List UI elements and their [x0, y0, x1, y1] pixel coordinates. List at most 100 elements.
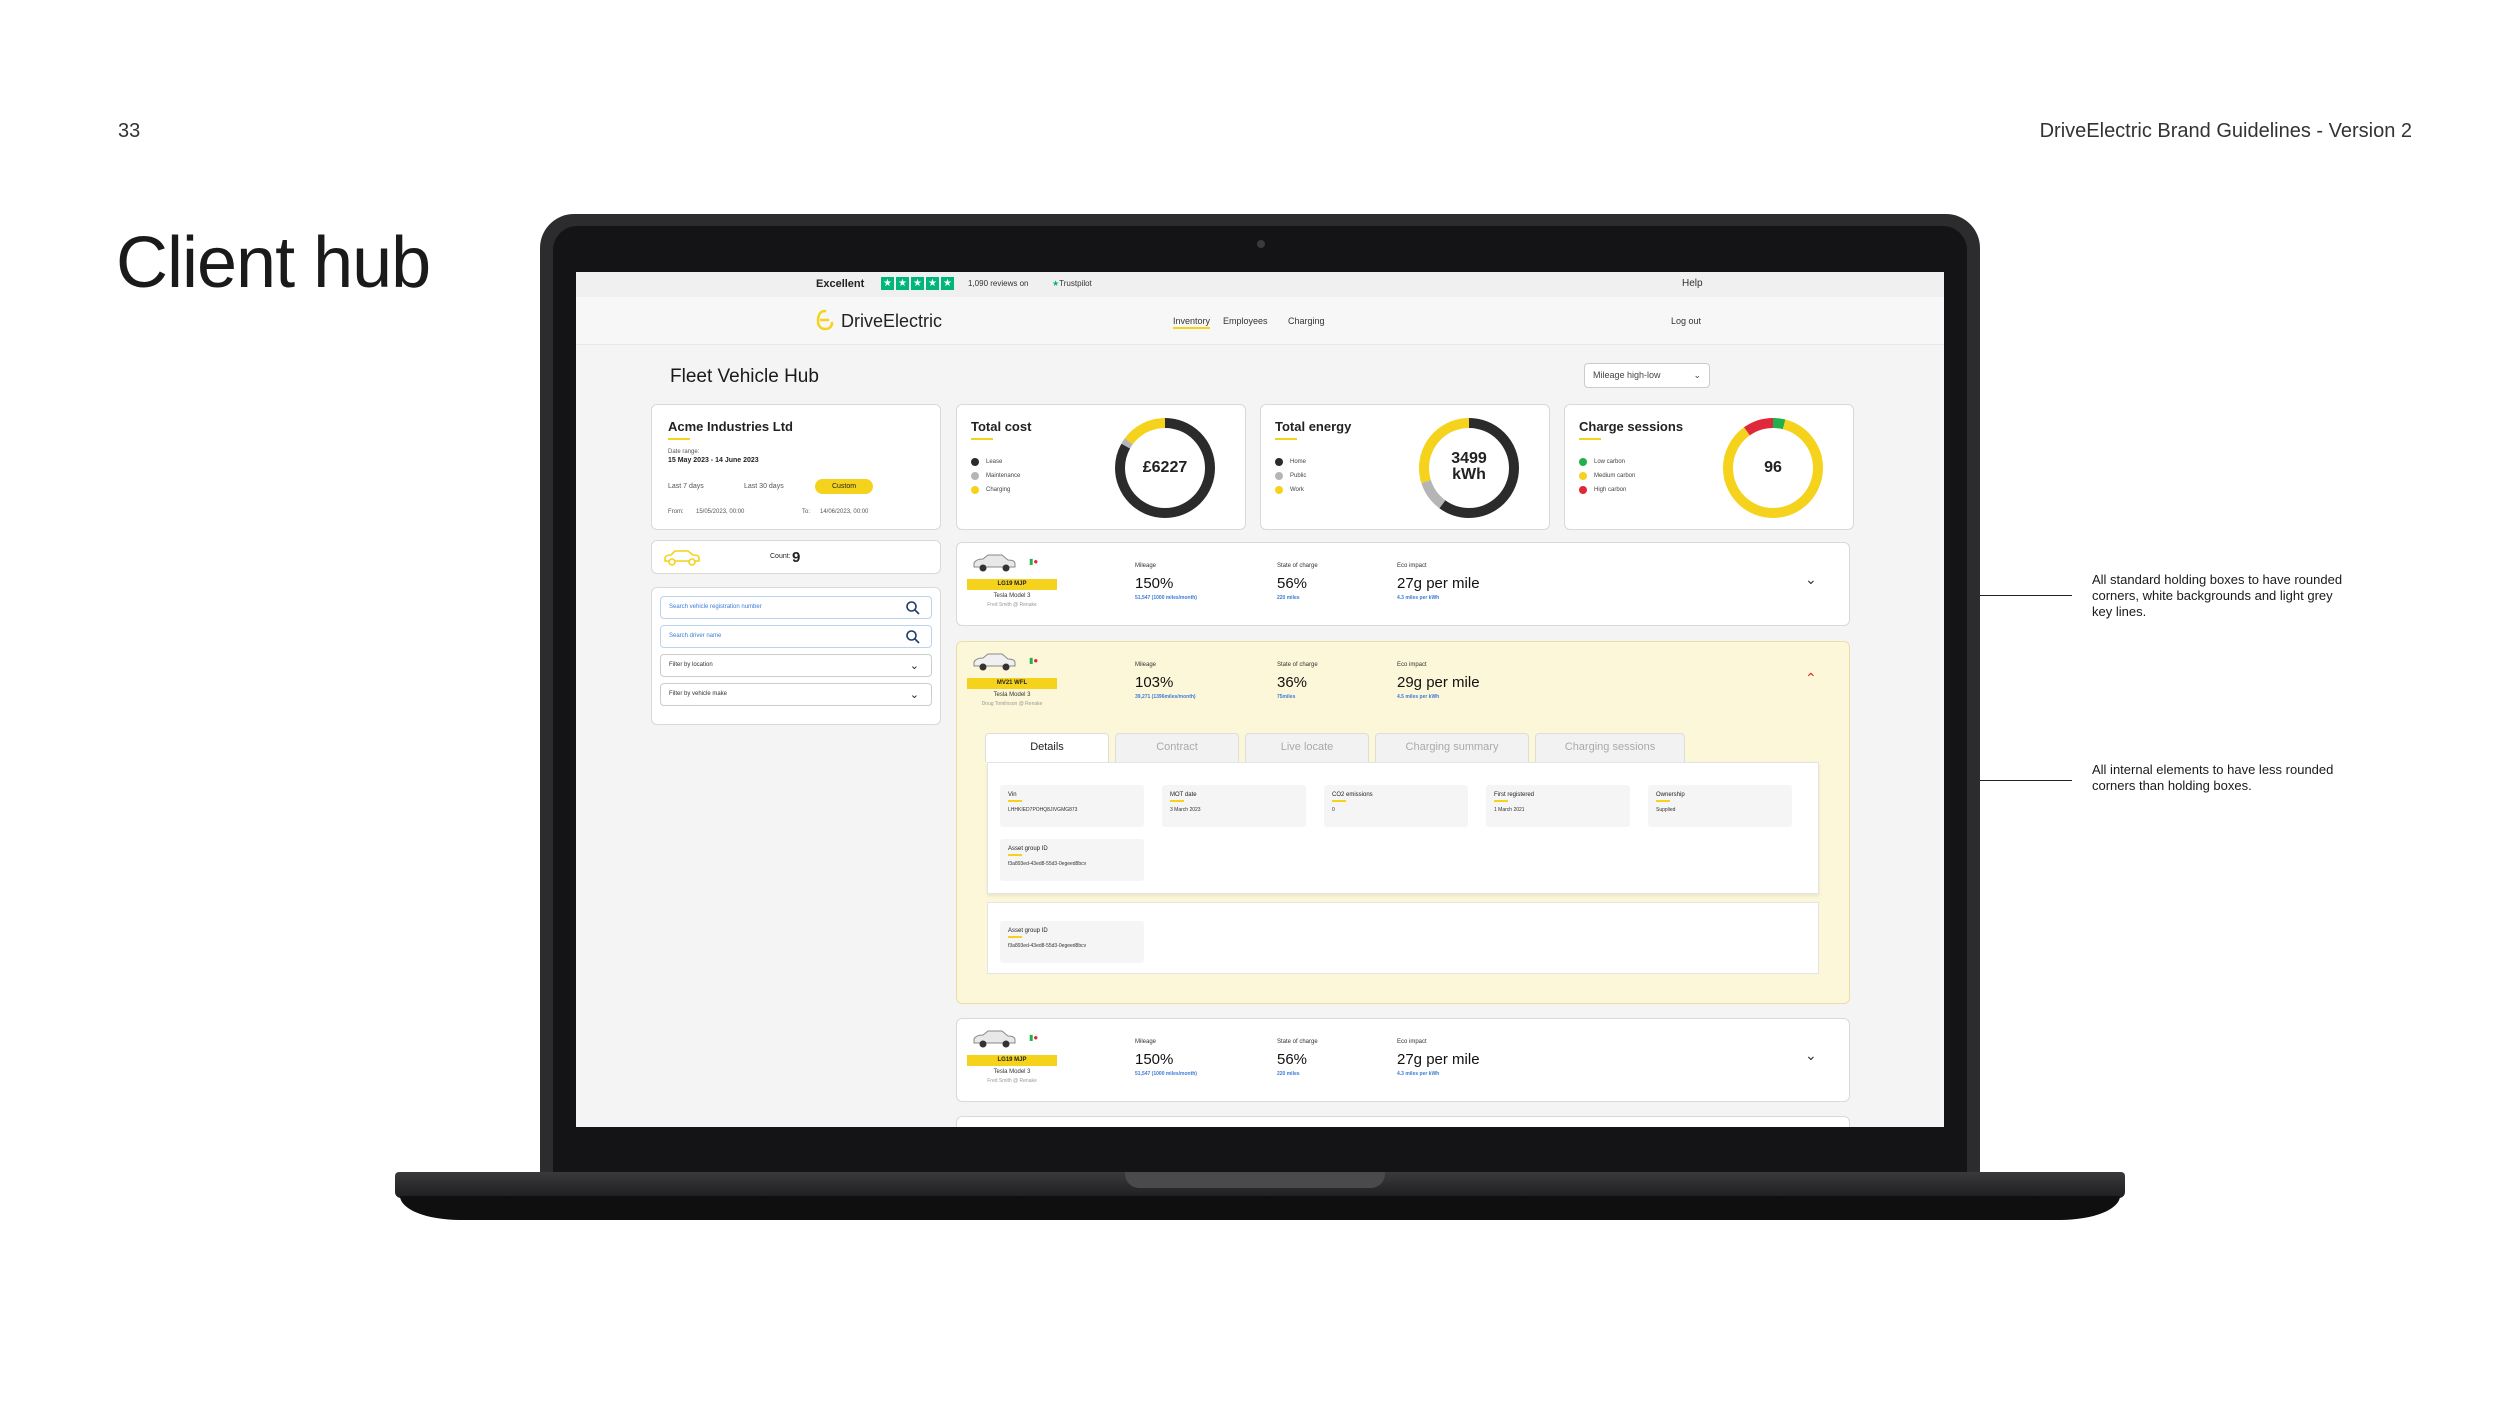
- legend-label: Work: [1290, 487, 1304, 493]
- tab-contract[interactable]: Contract: [1115, 733, 1239, 762]
- client-card: Acme Industries Ltd Date range: 15 May 2…: [651, 404, 941, 530]
- tab-live-locate[interactable]: Live locate: [1245, 733, 1369, 762]
- filters-card: Search vehicle registration number Searc…: [651, 587, 941, 725]
- chevron-down-icon: ⌄: [909, 689, 919, 701]
- page-title: Fleet Vehicle Hub: [670, 366, 819, 387]
- trustpilot-reviews[interactable]: 1,090 reviews on: [968, 279, 1028, 288]
- vehicle-card[interactable]: [956, 1116, 1850, 1127]
- tab-details[interactable]: Details: [985, 733, 1109, 762]
- vehicle-model: Tesla Model 3: [993, 692, 1031, 698]
- eco-sub: 4.3 miles per kWh: [1397, 1071, 1440, 1077]
- chevron-down-icon[interactable]: ⌄: [1805, 571, 1817, 588]
- legend-label: Home: [1290, 459, 1307, 465]
- sort-select[interactable]: Mileage high-low ⌄: [1584, 363, 1710, 388]
- details-panel: Vin LHHKIED7POHQ8JIVGMG873 MOT date 3 Ma…: [987, 762, 1819, 894]
- total-energy-legend: Home Public Work: [1275, 455, 1306, 497]
- field-underline: [1008, 800, 1022, 802]
- to-date[interactable]: 14/06/2023, 00:00: [820, 509, 868, 515]
- star-icon: ★: [941, 277, 954, 290]
- field-asset-group: Asset group ID f3a893ed-43ed8-55d3-0egee…: [1000, 921, 1144, 963]
- search-icon[interactable]: [905, 629, 921, 645]
- legend-dot: [1579, 458, 1587, 466]
- mileage-value: 103%: [1135, 674, 1174, 691]
- charge-value: 36%: [1277, 674, 1308, 691]
- field-label: CO2 emissions: [1332, 792, 1373, 798]
- search-registration-input[interactable]: Search vehicle registration number: [660, 596, 932, 619]
- field-underline: [1332, 800, 1346, 802]
- count-card: Count: 9: [651, 540, 941, 574]
- legend-dot: [1579, 486, 1587, 494]
- stat-underline: [971, 438, 993, 440]
- custom-range-button[interactable]: Custom: [815, 479, 873, 494]
- document-title: DriveElectric Brand Guidelines - Version…: [2039, 120, 2412, 142]
- stat-underline: [1275, 438, 1297, 440]
- chevron-up-icon[interactable]: ⌃: [1805, 670, 1817, 687]
- field-underline: [1656, 800, 1670, 802]
- eco-label: Eco impact: [1397, 1039, 1427, 1045]
- annotation-internal-elements: All internal elements to have less round…: [2092, 762, 2334, 793]
- total-energy-card: Total energy Home Public Work 3499 kWh: [1260, 404, 1550, 530]
- section-title: Client hub: [116, 223, 431, 303]
- chevron-down-icon[interactable]: ⌄: [1805, 1047, 1817, 1064]
- tab-charging-summary[interactable]: Charging summary: [1375, 733, 1529, 762]
- vehicle-card-expanded[interactable]: ▮● MV21 WFL Tesla Model 3 Doug Tomlinson…: [956, 641, 1850, 1004]
- total-cost-card: Total cost Lease Maintenance Charging £6…: [956, 404, 1246, 530]
- filter-make-select[interactable]: Filter by vehicle make ⌄: [660, 683, 932, 706]
- legend-dot: [1275, 458, 1283, 466]
- legend-label: Lease: [986, 459, 1003, 465]
- legend-dot: [1275, 486, 1283, 494]
- count-value: 9: [792, 549, 801, 566]
- mileage-value: 150%: [1135, 1051, 1174, 1068]
- plug-status-icon: ▮●: [1029, 1033, 1039, 1042]
- charge-sessions-card: Charge sessions Low carbon Medium carbon…: [1564, 404, 1854, 530]
- vehicle-model: Tesla Model 3: [993, 593, 1031, 599]
- charge-sub: 220 miles: [1277, 1071, 1300, 1077]
- search-icon[interactable]: [905, 600, 921, 616]
- legend-label: Maintenance: [986, 473, 1021, 479]
- legend-item: Low carbon: [1579, 455, 1635, 469]
- mileage-sub: 51,547 (1000 miles/month): [1135, 595, 1197, 601]
- laptop-base-bottom: [400, 1196, 2120, 1220]
- logo-icon: [816, 309, 834, 331]
- eco-sub: 4.5 miles per kWh: [1397, 694, 1440, 700]
- charge-value: 56%: [1277, 575, 1308, 592]
- nav-inventory[interactable]: Inventory: [1173, 316, 1211, 329]
- legend-item: Maintenance: [971, 469, 1020, 483]
- charge-label: State of charge: [1277, 1039, 1318, 1045]
- eco-value: 27g per mile: [1397, 575, 1480, 592]
- logo-text[interactable]: DriveElectric: [841, 311, 942, 332]
- registration-plate: LG19 MJP: [967, 579, 1057, 590]
- field-label: Asset group ID: [1008, 928, 1048, 934]
- vehicle-card[interactable]: ▮● LG19 MJP Tesla Model 3 Fred Smith @ R…: [956, 1018, 1850, 1102]
- field-value: f3a893ed-43ed8-55d3-0egeed8bcv: [1008, 861, 1087, 867]
- field-mot-date: MOT date 3 March 2023: [1162, 785, 1306, 827]
- help-link[interactable]: Help: [1682, 278, 1703, 289]
- filter-location-select[interactable]: Filter by location ⌄: [660, 654, 932, 677]
- vehicle-driver: Doug Tomlinson @ Renake: [981, 701, 1043, 707]
- mileage-label: Mileage: [1135, 662, 1157, 668]
- eco-value: 27g per mile: [1397, 1051, 1480, 1068]
- tab-charging-sessions[interactable]: Charging sessions: [1535, 733, 1685, 762]
- field-underline: [1008, 936, 1022, 938]
- vehicle-card[interactable]: ▮● LG19 MJP Tesla Model 3 Fred Smith @ R…: [956, 542, 1850, 626]
- app-screen: Excellent ★ ★ ★ ★ ★ 1,090 reviews on ★Tr…: [576, 272, 1944, 1127]
- vehicle-model: Tesla Model 3: [993, 1069, 1031, 1075]
- legend-dot: [1275, 472, 1283, 480]
- legend-dot: [971, 458, 979, 466]
- chevron-down-icon: ⌄: [909, 660, 919, 672]
- eco-sub: 4.3 miles per kWh: [1397, 595, 1440, 601]
- star-icon: ★: [926, 277, 939, 290]
- nav-charging[interactable]: Charging: [1288, 316, 1325, 326]
- nav-employees[interactable]: Employees: [1223, 316, 1268, 326]
- registration-plate: MV21 WFL: [967, 678, 1057, 689]
- last-7-days-option[interactable]: Last 7 days: [668, 483, 704, 490]
- search-driver-placeholder: Search driver name: [669, 633, 722, 639]
- search-driver-input[interactable]: Search driver name: [660, 625, 932, 648]
- last-30-days-option[interactable]: Last 30 days: [744, 483, 784, 490]
- logout-link[interactable]: Log out: [1671, 316, 1701, 326]
- client-underline: [668, 438, 690, 440]
- field-label: Ownership: [1656, 792, 1685, 798]
- from-date[interactable]: 15/05/2023, 00:00: [696, 509, 744, 515]
- field-label: Asset group ID: [1008, 846, 1048, 852]
- total-cost-title: Total cost: [971, 419, 1032, 434]
